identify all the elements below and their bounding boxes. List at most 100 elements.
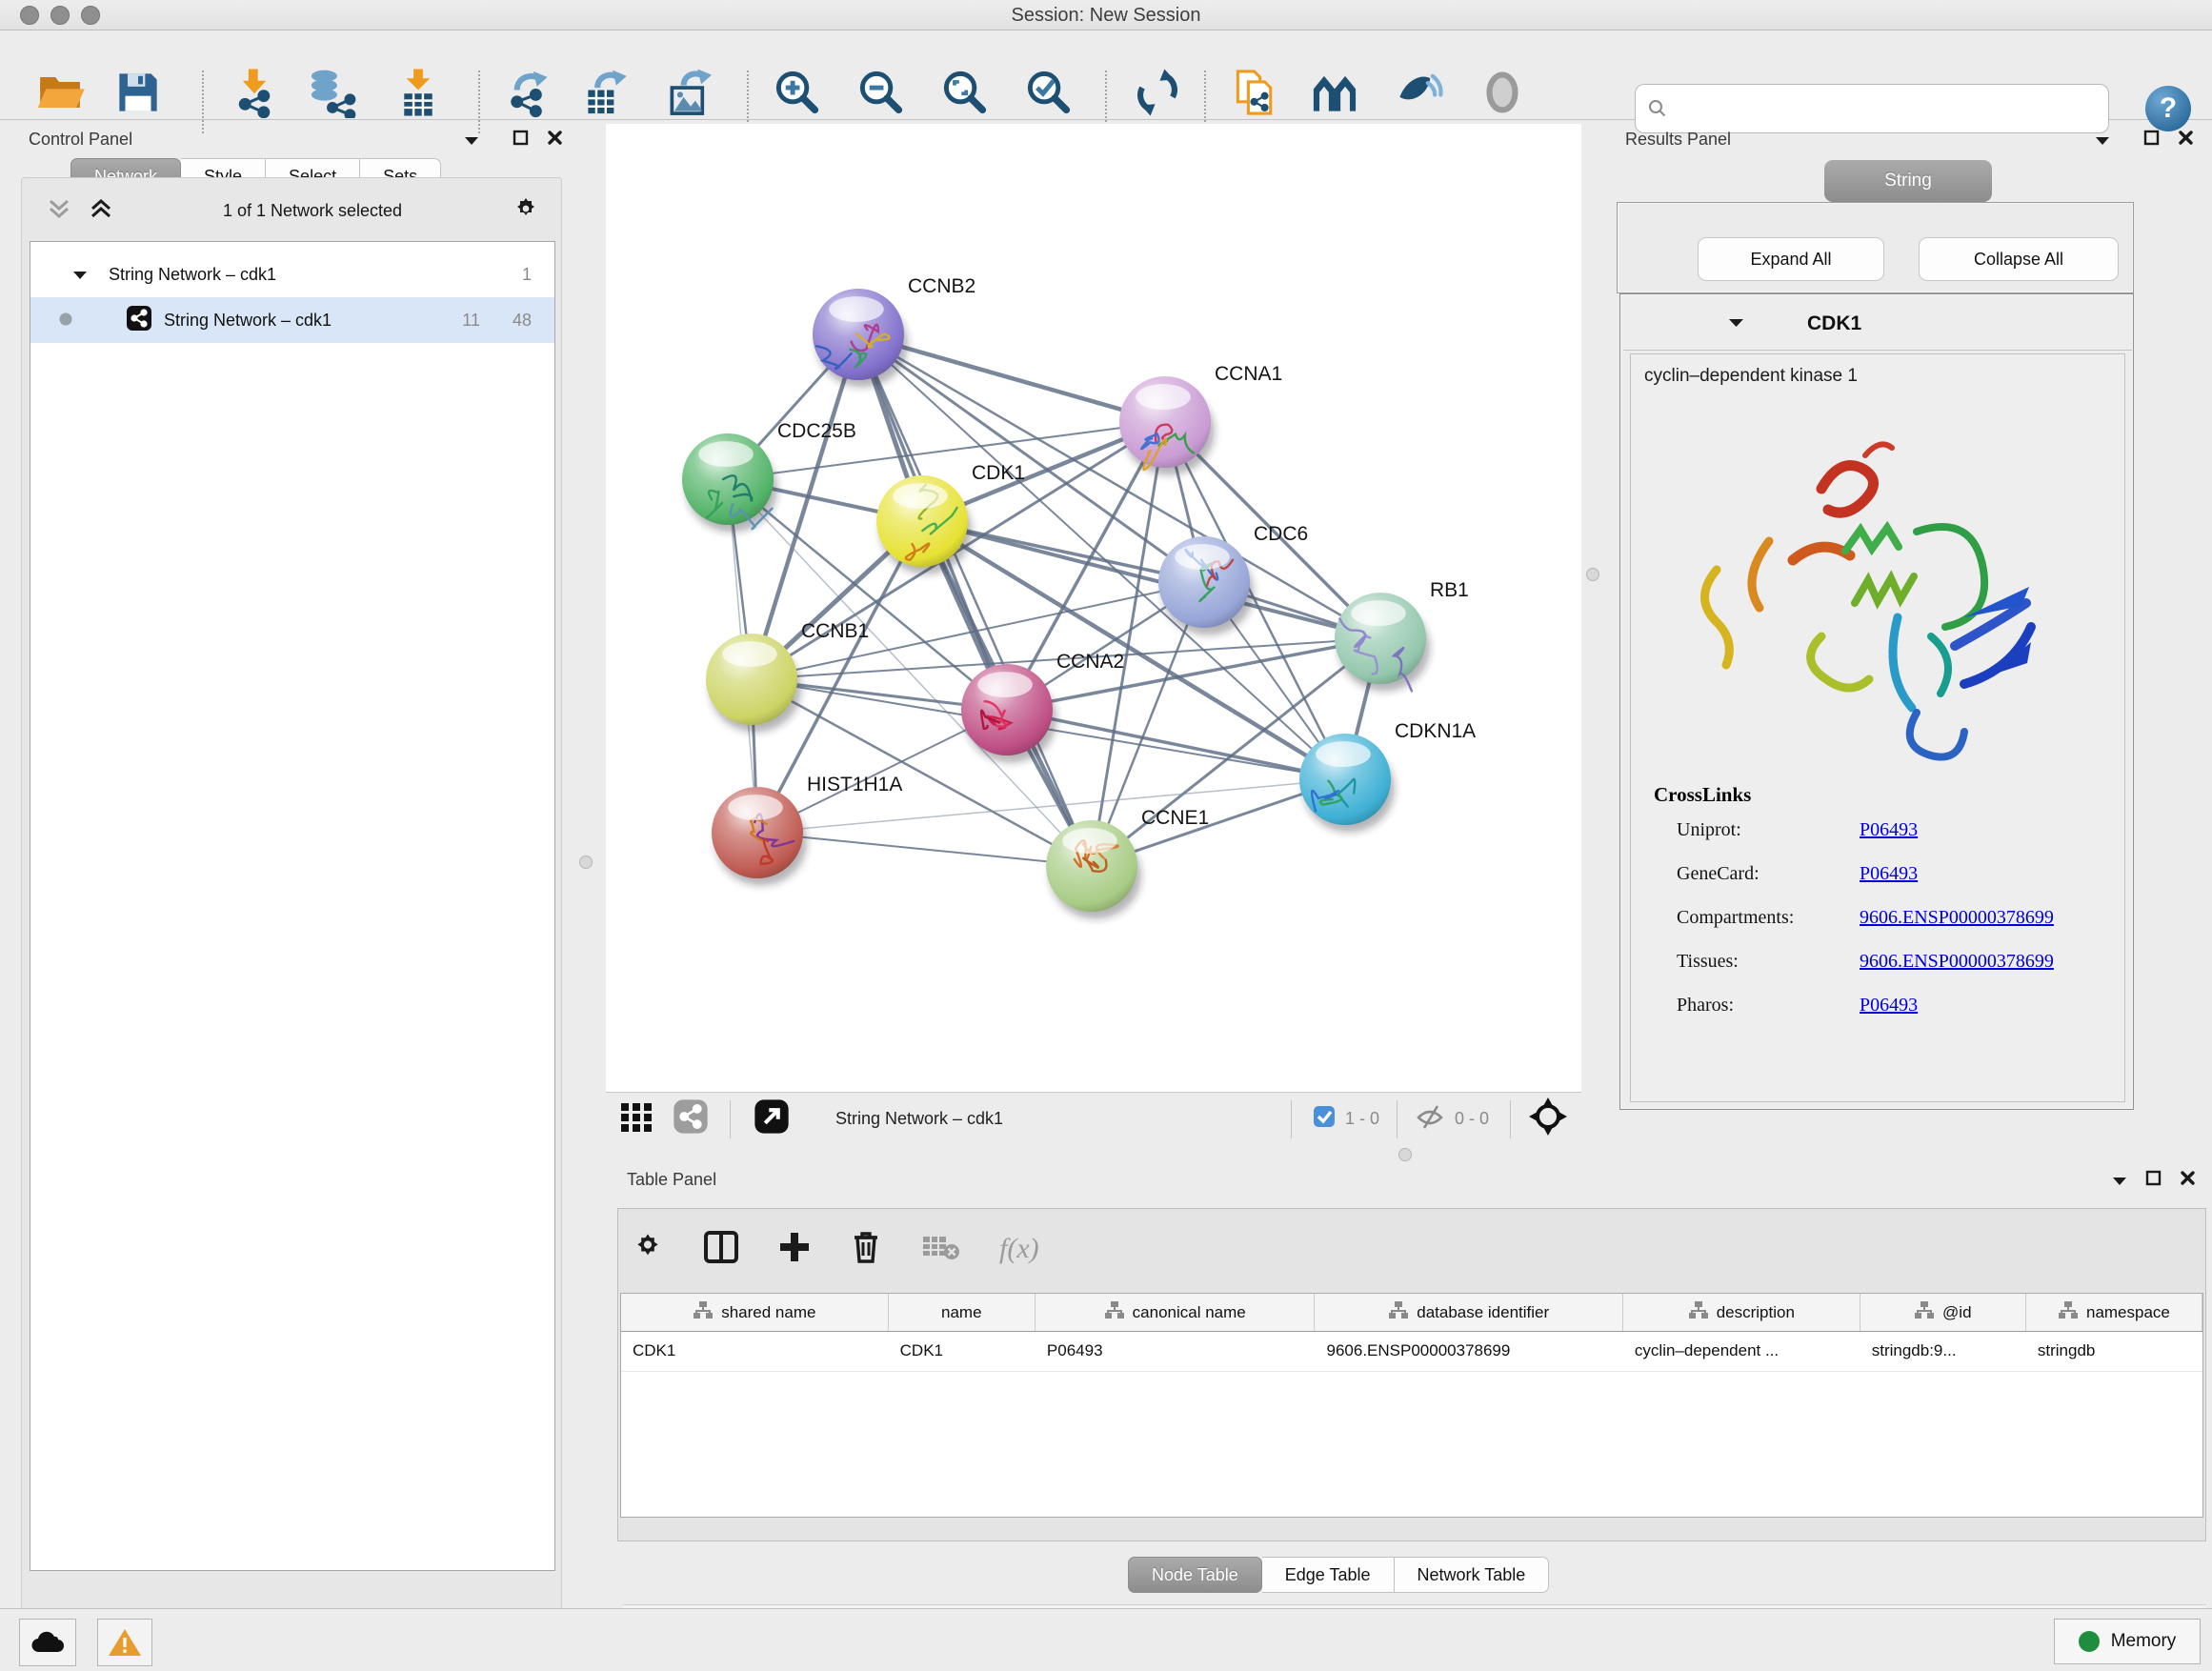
table-panel-float-icon[interactable]	[2111, 1174, 2128, 1191]
column-header-shared-name[interactable]: shared name	[621, 1294, 889, 1331]
column-header-namespace[interactable]: namespace	[2026, 1294, 2202, 1331]
table-row[interactable]: CDK1CDK1P064939606.ENSP00000378699cyclin…	[621, 1332, 2202, 1372]
network-row[interactable]: String Network – cdk1 11 48	[30, 297, 554, 343]
warning-icon	[108, 1627, 142, 1658]
clone-network-icon[interactable]	[1231, 67, 1282, 118]
refresh-view-icon[interactable]	[1132, 67, 1183, 118]
network-options-gear-icon[interactable]	[512, 194, 540, 228]
splitter-handle[interactable]	[579, 856, 593, 869]
column-header-@id[interactable]: @id	[1860, 1294, 2026, 1331]
control-panel: Control Panel NetworkStyleSelectSets 1 o…	[8, 124, 570, 1606]
zoom-selected-icon[interactable]	[1023, 67, 1075, 118]
table-cell[interactable]: CDK1	[621, 1332, 889, 1371]
show-columns-icon[interactable]	[704, 1231, 738, 1268]
results-panel-float-icon[interactable]	[2094, 133, 2111, 151]
warning-button[interactable]	[97, 1619, 152, 1666]
column-type-icon	[1688, 1300, 1709, 1324]
import-table-icon[interactable]	[392, 67, 444, 118]
expand-all-networks-icon[interactable]	[89, 197, 113, 225]
splitter-handle[interactable]	[1586, 568, 1599, 581]
open-session-icon[interactable]	[34, 67, 86, 118]
section-collapse-icon[interactable]	[1728, 315, 1744, 332]
collection-expander-icon[interactable]	[72, 265, 88, 285]
memory-button[interactable]: Memory	[2054, 1619, 2201, 1664]
results-panel: Results Panel String Expand All Collapse…	[1604, 124, 2212, 1145]
zoom-in-icon[interactable]	[772, 67, 823, 118]
splitter-handle[interactable]	[1398, 1148, 1412, 1161]
network-canvas[interactable]: CCNB2CCNA1CDC25BCDK1CDC6RB1CCNB1CCNA2CDK…	[606, 124, 1581, 1092]
network-node-cdc25b[interactable]: CDC25B	[682, 420, 856, 529]
crosslink-row: Uniprot:P06493	[1677, 819, 2115, 863]
column-header-name[interactable]: name	[889, 1294, 1036, 1331]
tab-edge-table[interactable]: Edge Table	[1262, 1557, 1395, 1593]
network-birdseye-icon[interactable]	[673, 1098, 709, 1139]
delete-column-icon[interactable]	[851, 1230, 881, 1269]
column-label: name	[941, 1303, 982, 1322]
export-table-icon[interactable]	[581, 67, 633, 118]
first-neighbors-icon[interactable]	[1309, 67, 1360, 118]
open-in-new-window-icon[interactable]	[754, 1098, 790, 1139]
add-column-icon[interactable]	[778, 1231, 811, 1268]
node-label: CDKN1A	[1395, 720, 1476, 742]
table-panel-close-icon[interactable]	[2180, 1170, 2196, 1191]
tab-network-table[interactable]: Network Table	[1395, 1557, 1550, 1593]
control-panel-maximize-icon[interactable]	[513, 130, 529, 151]
column-type-icon	[1104, 1300, 1125, 1324]
column-header-canonical-name[interactable]: canonical name	[1036, 1294, 1316, 1331]
show-all-icon[interactable]	[1477, 67, 1528, 118]
import-network-file-icon[interactable]	[229, 67, 280, 118]
network-node-hist1h1a[interactable]: HIST1H1A	[712, 774, 902, 878]
grid-view-icon[interactable]	[619, 1099, 654, 1138]
node-label: CCNB2	[908, 275, 975, 297]
network-node-cdk1[interactable]: CDK1	[876, 462, 1025, 567]
column-header-database-identifier[interactable]: database identifier	[1315, 1294, 1622, 1331]
control-panel-close-icon[interactable]	[547, 130, 563, 151]
table-cell[interactable]: stringdb	[2026, 1332, 2202, 1371]
table-cell[interactable]: cyclin–dependent ...	[1623, 1332, 1860, 1371]
network-collection-row[interactable]: String Network – cdk1 1	[30, 252, 554, 297]
zoom-out-icon[interactable]	[855, 67, 907, 118]
table-cell[interactable]: stringdb:9...	[1860, 1332, 2026, 1371]
hide-selected-icon[interactable]	[1393, 67, 1444, 118]
control-panel-float-icon[interactable]	[463, 133, 480, 151]
left-splitter[interactable]	[573, 124, 598, 1145]
crosslink-link[interactable]: P06493	[1860, 863, 1918, 907]
protein-section-header[interactable]: CDK1	[1623, 297, 2132, 351]
save-session-icon[interactable]	[112, 67, 164, 118]
import-network-database-icon[interactable]	[307, 67, 358, 118]
crosslink-row: Tissues:9606.ENSP00000378699	[1677, 951, 2115, 995]
crosslink-link[interactable]: P06493	[1860, 995, 1918, 1038]
hidden-counter: 0 - 0	[1455, 1109, 1489, 1129]
network-node-rb1[interactable]: RB1	[1335, 579, 1469, 691]
column-header-description[interactable]: description	[1623, 1294, 1860, 1331]
network-selection-status: 1 of 1 Network selected	[113, 201, 512, 221]
bottom-splitter[interactable]	[570, 1145, 2212, 1166]
fit-content-icon[interactable]	[1528, 1097, 1568, 1141]
selected-checkbox-icon[interactable]	[1313, 1105, 1336, 1133]
table-settings-gear-icon[interactable]	[632, 1231, 664, 1268]
search-input[interactable]	[1668, 99, 2078, 119]
network-node-cdc6[interactable]: CDC6	[1158, 523, 1308, 628]
hidden-eye-icon[interactable]	[1415, 1102, 1445, 1136]
tab-node-table[interactable]: Node Table	[1128, 1557, 1262, 1593]
crosslink-link[interactable]: 9606.ENSP00000378699	[1860, 907, 2054, 951]
export-network-icon[interactable]	[503, 67, 554, 118]
tab-string[interactable]: String	[1824, 160, 1992, 202]
crosslink-label: GeneCard:	[1677, 863, 1860, 907]
export-image-icon[interactable]	[665, 67, 716, 118]
cloud-button[interactable]	[19, 1619, 76, 1666]
results-panel-close-icon[interactable]	[2178, 130, 2194, 151]
column-label: description	[1717, 1303, 1795, 1322]
crosslink-link[interactable]: P06493	[1860, 819, 1918, 863]
expand-all-button[interactable]: Expand All	[1698, 237, 1884, 281]
collapse-all-button[interactable]: Collapse All	[1919, 237, 2119, 281]
table-cell[interactable]: P06493	[1036, 1332, 1316, 1371]
table-panel-maximize-icon[interactable]	[2145, 1170, 2162, 1191]
crosslink-link[interactable]: 9606.ENSP00000378699	[1860, 951, 2054, 995]
right-splitter[interactable]	[1581, 124, 1606, 1145]
table-cell[interactable]: 9606.ENSP00000378699	[1316, 1332, 1623, 1371]
table-cell[interactable]: CDK1	[889, 1332, 1036, 1371]
zoom-fit-icon[interactable]	[939, 67, 991, 118]
results-panel-maximize-icon[interactable]	[2143, 130, 2160, 151]
collapse-all-networks-icon[interactable]	[47, 197, 71, 225]
